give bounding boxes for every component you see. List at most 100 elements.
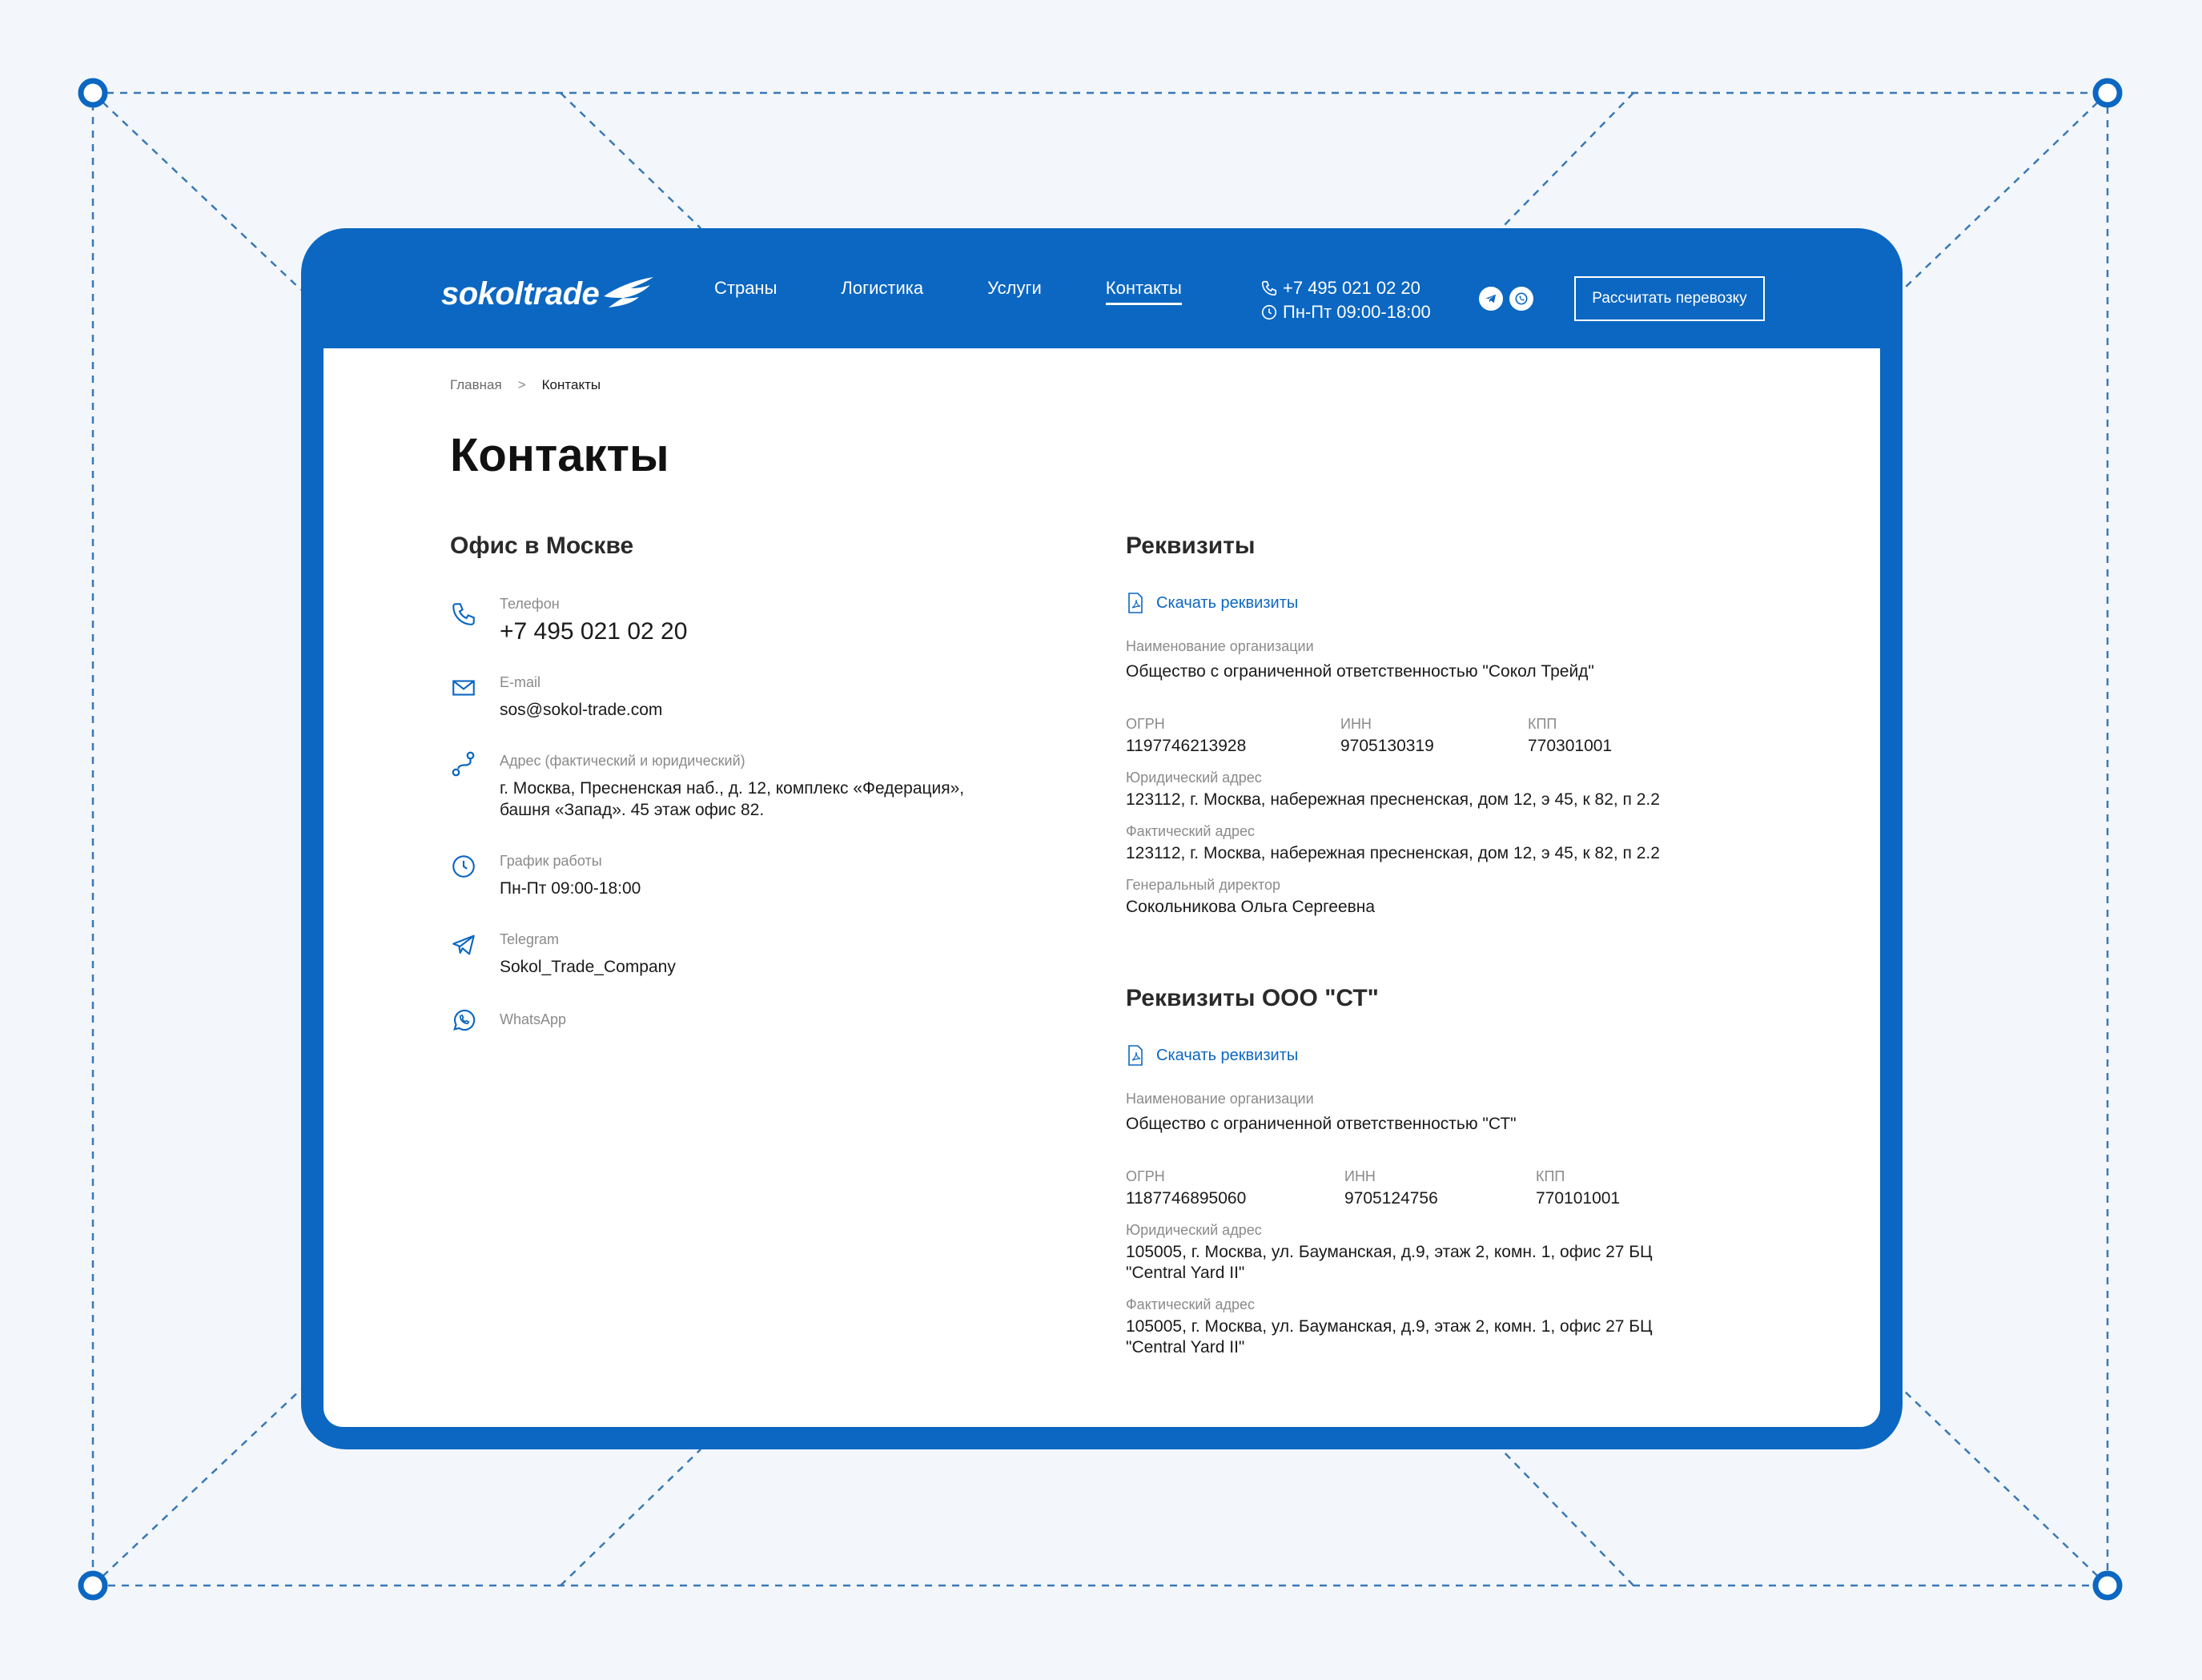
corner-handle (2092, 78, 2123, 108)
legal-address-block: Юридический адрес 123112, г. Москва, наб… (1126, 770, 1734, 810)
kpp-label: КПП (1528, 716, 1557, 732)
org-name-label: Наименование организации (1126, 638, 1314, 654)
telegram-icon (452, 934, 475, 955)
org-name-st-value: Общество с ограниченной ответственностью… (1126, 1115, 1517, 1133)
org-name-st-label: Наименование организации (1126, 1091, 1314, 1107)
email-label: E-mail (500, 674, 541, 690)
social-links (1479, 287, 1540, 311)
whatsapp-label[interactable]: WhatsApp (500, 1011, 1059, 1028)
breadcrumb-current: Контакты (541, 377, 601, 392)
schedule-block: График работы Пн-Пт 09:00-18:00 (450, 853, 1059, 899)
registration-numbers-st: ОГРН 1187746895060 ИНН 9705124756 КПП 77… (1126, 1168, 1734, 1209)
actual-address-st-block: Фактический адрес 105005, г. Москва, ул.… (1126, 1296, 1734, 1358)
corner-handle (78, 1570, 108, 1601)
address-line-2: башня «Запад». 45 этаж офис 82. (500, 801, 765, 819)
nav-item-countries[interactable]: Страны (714, 271, 777, 305)
address-line-1: г. Москва, Пресненская наб., д. 12, комп… (500, 779, 965, 798)
inn-st-value: 9705124756 (1344, 1189, 1438, 1208)
download-requisites-st-label: Скачать реквизиты (1156, 1046, 1299, 1064)
breadcrumb-home[interactable]: Главная (450, 377, 502, 393)
logo-text: sokoltrade (441, 276, 600, 311)
kpp-st-block: КПП 770101001 (1536, 1168, 1620, 1209)
inn-value: 9705130319 (1340, 737, 1434, 755)
clock-icon (452, 855, 475, 878)
telegram-block: Telegram Sokol_Trade_Company (450, 931, 1059, 978)
phone-label: Телефон (500, 596, 560, 612)
breadcrumb-separator: > (517, 377, 526, 392)
logo[interactable]: sokoltrade (441, 276, 655, 312)
telegram-label: Telegram (500, 931, 560, 947)
director-block: Генеральный директор Сокольникова Ольга … (1126, 877, 1734, 918)
actual-address-st-line-1: 105005, г. Москва, ул. Бауманская, д.9, … (1126, 1317, 1653, 1336)
calculate-shipping-button[interactable]: Рассчитать перевозку (1574, 276, 1765, 321)
ogrn-st-block: ОГРН 1187746895060 (1126, 1168, 1344, 1209)
address-block: Адрес (фактический и юридический) г. Мос… (450, 751, 1059, 821)
page-title: Контакты (450, 429, 669, 481)
nav-item-services[interactable]: Услуги (987, 271, 1042, 305)
email-block: E-mail sos@sokol-trade.com (450, 674, 1059, 721)
kpp-st-value: 770101001 (1536, 1189, 1621, 1208)
address-label: Адрес (фактический и юридический) (500, 753, 745, 769)
browser-frame: sokoltrade Страны Логистика Услуги Конта… (301, 228, 1903, 1449)
inn-st-block: ИНН 9705124756 (1344, 1168, 1536, 1209)
office-title: Офис в Москве (450, 533, 634, 559)
actual-address-label: Фактический адрес (1126, 823, 1255, 839)
requisites-section: Реквизиты Скачать реквизиты Наименование… (1126, 533, 1734, 1358)
telegram-value[interactable]: Sokol_Trade_Company (500, 956, 1059, 978)
nav-item-logistics[interactable]: Логистика (841, 271, 923, 305)
actual-address-st-value: 105005, г. Москва, ул. Бауманская, д.9, … (1126, 1316, 1734, 1358)
legal-address-label: Юридический адрес (1126, 770, 1262, 786)
header-phone[interactable]: +7 495 021 02 20 (1283, 276, 1420, 300)
inn-block: ИНН 9705130319 (1340, 716, 1528, 757)
main-nav: Страны Логистика Услуги Контакты (714, 228, 1246, 348)
schedule-label: График работы (500, 853, 602, 869)
nav-item-contacts[interactable]: Контакты (1105, 271, 1182, 305)
whatsapp-icon (453, 1009, 476, 1031)
pdf-file-icon (1128, 593, 1143, 613)
phone-icon (1261, 280, 1277, 296)
actual-address-st-label: Фактический адрес (1126, 1296, 1255, 1312)
ogrn-label: ОГРН (1126, 716, 1165, 732)
ogrn-st-value: 1187746895060 (1126, 1189, 1247, 1208)
phone-icon (452, 603, 475, 625)
kpp-st-label: КПП (1536, 1168, 1565, 1184)
site-header: sokoltrade Страны Логистика Услуги Конта… (301, 228, 1903, 348)
ogrn-st-label: ОГРН (1126, 1168, 1165, 1184)
requisites-title: Реквизиты (1126, 533, 1256, 559)
address-value: г. Москва, Пресненская наб., д. 12, комп… (500, 778, 1059, 821)
header-contacts: +7 495 021 02 20 Пн-Пт 09:00-18:00 (1260, 276, 1431, 324)
actual-address-block: Фактический адрес 123112, г. Москва, наб… (1126, 823, 1734, 864)
legal-address-st-value: 105005, г. Москва, ул. Бауманская, д.9, … (1126, 1242, 1734, 1284)
org-name-value: Общество с ограниченной ответственностью… (1126, 662, 1594, 681)
office-section: Офис в Москве Телефон +7 495 021 02 20 E… (450, 533, 1059, 1031)
legal-address-value: 123112, г. Москва, набережная пресненска… (1126, 790, 1660, 809)
download-requisites-st-link[interactable]: Скачать реквизиты (1126, 1044, 1734, 1067)
clock-icon (1261, 304, 1277, 320)
download-requisites-label: Скачать реквизиты (1156, 593, 1299, 612)
email-value[interactable]: sos@sokol-trade.com (500, 699, 1059, 721)
corner-handle (78, 78, 108, 108)
ogrn-value: 1197746213928 (1126, 737, 1247, 755)
corner-handle (2092, 1570, 2123, 1601)
director-label: Генеральный директор (1126, 877, 1281, 893)
phone-block: Телефон +7 495 021 02 20 (450, 596, 1059, 644)
kpp-block: КПП 770301001 (1528, 716, 1612, 757)
phone-value[interactable]: +7 495 021 02 20 (500, 620, 1059, 644)
inn-label: ИНН (1340, 716, 1372, 732)
download-requisites-link[interactable]: Скачать реквизиты (1126, 592, 1734, 614)
pdf-file-icon (1128, 1045, 1143, 1066)
ogrn-block: ОГРН 1197746213928 (1126, 716, 1340, 757)
breadcrumb: Главная > Контакты (450, 377, 601, 393)
header-hours: Пн-Пт 09:00-18:00 (1283, 302, 1431, 322)
telegram-icon[interactable] (1479, 287, 1503, 311)
whatsapp-icon[interactable] (1509, 287, 1533, 311)
page-content: Главная > Контакты Контакты Офис в Москв… (323, 348, 1880, 1427)
legal-address-st-line-1: 105005, г. Москва, ул. Бауманская, д.9, … (1126, 1243, 1653, 1261)
whatsapp-block[interactable]: WhatsApp (450, 1009, 1059, 1031)
legal-address-st-block: Юридический адрес 105005, г. Москва, ул.… (1126, 1222, 1734, 1284)
director-value: Сокольникова Ольга Сергеевна (1126, 898, 1376, 916)
mail-icon (452, 680, 475, 696)
kpp-value: 770301001 (1528, 737, 1613, 755)
route-icon (452, 751, 475, 777)
actual-address-st-line-2: "Central Yard II" (1126, 1338, 1245, 1356)
